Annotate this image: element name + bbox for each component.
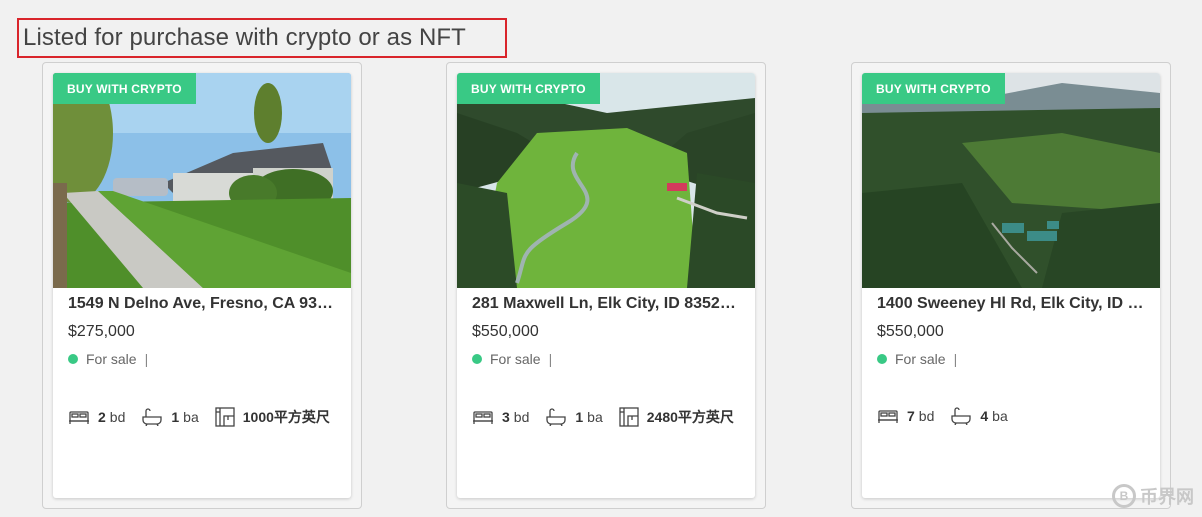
bathtub-icon [142, 408, 163, 426]
baths-spec: 4 ba [950, 407, 1008, 425]
status-label: For sale [86, 351, 137, 367]
baths-value: 1 [575, 409, 584, 425]
listing-status: For sale | [68, 351, 148, 367]
baths-unit: ba [587, 409, 603, 425]
status-dot-icon [68, 354, 78, 364]
section-title: Listed for purchase with crypto or as NF… [23, 24, 466, 51]
listing-specs: 7 bd 4 ba [877, 407, 1024, 425]
bed-icon [69, 411, 89, 424]
baths-value: 1 [171, 409, 180, 425]
status-separator: | [953, 351, 958, 367]
listing-specs: 2 bd 1 ba 1000平方英尺 [68, 407, 350, 427]
listing-address[interactable]: 281 Maxwell Ln, Elk City, ID 83525, ... [472, 295, 744, 313]
baths-unit: ba [992, 408, 1008, 424]
beds-spec: 7 bd [877, 407, 934, 425]
floor-plan-icon [215, 407, 235, 427]
bitcoin-coin-icon: B [1112, 484, 1136, 508]
status-dot-icon [877, 354, 887, 364]
listing-price: $550,000 [877, 323, 944, 340]
bed-icon [878, 410, 898, 423]
listing-card[interactable]: BUY WITH CRYPTO 1549 N Delno Ave, Fresno… [53, 73, 351, 498]
baths-spec: 1 ba [545, 408, 603, 426]
section-title-box: Listed for purchase with crypto or as NF… [17, 18, 507, 58]
beds-value: 2 [98, 409, 106, 425]
beds-unit: bd [109, 409, 126, 425]
listing-status: For sale | [877, 351, 957, 367]
status-separator: | [548, 351, 553, 367]
status-separator: | [144, 351, 149, 367]
buy-with-crypto-badge: BUY WITH CRYPTO [862, 73, 1005, 104]
listing-card[interactable]: BUY WITH CRYPTO 281 Maxwell Ln, Elk City… [457, 73, 755, 498]
listing-status: For sale | [472, 351, 552, 367]
area-value: 1000平方英尺 [242, 409, 330, 425]
beds-spec: 2 bd [68, 408, 125, 426]
bed-icon [473, 411, 493, 424]
listing-address[interactable]: 1400 Sweeney Hl Rd, Elk City, ID 83... [877, 295, 1149, 313]
watermark: B 币界网 [1112, 483, 1194, 509]
listing-column: BUY WITH CRYPTO 1400 Sweeney Hl Rd, Elk … [851, 62, 1171, 509]
listing-card[interactable]: BUY WITH CRYPTO 1400 Sweeney Hl Rd, Elk … [862, 73, 1160, 498]
beds-unit: bd [513, 409, 530, 425]
watermark-text: 币界网 [1140, 487, 1194, 507]
status-dot-icon [472, 354, 482, 364]
status-label: For sale [895, 351, 946, 367]
listing-photo-valley[interactable]: BUY WITH CRYPTO [457, 73, 755, 288]
listing-column: BUY WITH CRYPTO 281 Maxwell Ln, Elk City… [446, 62, 766, 509]
beds-unit: bd [918, 408, 935, 424]
baths-spec: 1 ba [141, 408, 199, 426]
bathtub-icon [951, 407, 972, 425]
listing-photo-house[interactable]: BUY WITH CRYPTO [53, 73, 351, 288]
listing-column: BUY WITH CRYPTO 1549 N Delno Ave, Fresno… [42, 62, 362, 509]
area-value: 2480平方英尺 [646, 409, 734, 425]
beds-value: 3 [502, 409, 510, 425]
beds-spec: 3 bd [472, 408, 529, 426]
floor-plan-icon [619, 407, 639, 427]
area-spec: 1000平方英尺 [215, 407, 334, 427]
baths-unit: ba [183, 409, 199, 425]
buy-with-crypto-badge: BUY WITH CRYPTO [53, 73, 196, 104]
listing-address[interactable]: 1549 N Delno Ave, Fresno, CA 9372... [68, 295, 340, 313]
beds-value: 7 [907, 408, 915, 424]
baths-value: 4 [980, 408, 989, 424]
listing-price: $275,000 [68, 323, 135, 340]
listing-specs: 3 bd 1 ba 2480平方英尺 [472, 407, 754, 427]
bathtub-icon [546, 408, 567, 426]
status-label: For sale [490, 351, 541, 367]
buy-with-crypto-badge: BUY WITH CRYPTO [457, 73, 600, 104]
area-spec: 2480平方英尺 [619, 407, 738, 427]
listing-photo-forest[interactable]: BUY WITH CRYPTO [862, 73, 1160, 288]
listing-price: $550,000 [472, 323, 539, 340]
